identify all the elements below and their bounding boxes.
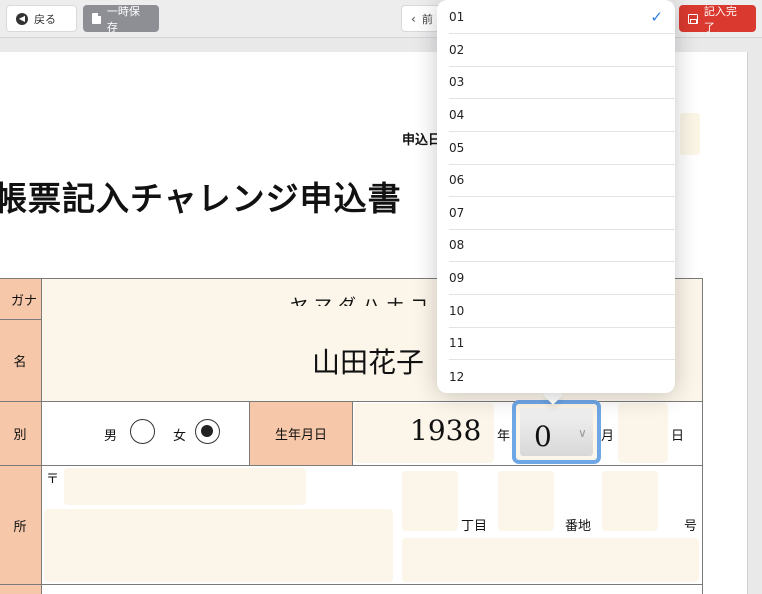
furigana-value: ヤマダハナコ [290,292,434,306]
document-icon [92,13,101,24]
male-radio[interactable] [130,419,155,444]
month-option-label: 07 [449,206,465,220]
building-field[interactable] [402,538,699,582]
month-option-label: 09 [449,271,465,285]
month-option[interactable]: 03 [449,66,675,99]
month-option[interactable]: 11 [449,327,675,360]
next-row-cell [0,584,703,594]
month-option[interactable]: 06 [449,164,675,197]
day-unit: 日 [671,429,685,444]
checkmark-icon: ✓ [650,8,663,26]
birthdate-label-cell: 生年月日 [249,401,353,466]
male-label: 男 [104,429,118,444]
birth-year-value: 1938 [410,414,482,447]
birth-month-value: 0 [534,420,552,453]
banchi-field[interactable] [498,471,554,531]
complete-entry-label: 記入完了 [703,4,737,34]
month-option-label: 02 [449,43,465,57]
month-option[interactable]: 04 [449,99,675,132]
next-row-label-cell [0,584,42,594]
chevron-left-icon: ‹ [411,11,416,26]
complete-entry-button[interactable]: 記入完了 [679,4,756,34]
month-option-label: 03 [449,75,465,89]
month-option-label: 12 [449,369,465,384]
month-option[interactable]: 09 [449,262,675,295]
chome-label: 丁目 [461,519,488,534]
address-label-cell: 所 [0,465,42,585]
go-label: 号 [684,519,698,534]
previous-label: 前 [421,12,433,26]
female-radio[interactable] [195,419,220,444]
save-disk-icon [688,13,698,24]
month-option-label: 11 [449,336,465,350]
chome-field[interactable] [402,471,458,531]
birth-month-select[interactable]: 0 ∨ [512,400,601,464]
back-arrow-icon: ◀ [16,12,28,25]
month-option[interactable]: 02 [449,34,675,67]
month-option[interactable]: 10 [449,295,675,328]
go-field[interactable] [602,471,658,531]
month-unit: 月 [601,429,615,444]
temporary-save-label: 一時保存 [106,4,140,34]
month-option[interactable]: 12 [449,360,675,393]
month-option-label: 06 [449,173,465,187]
month-option-label: 01 [449,10,465,24]
month-option[interactable]: 08 [449,229,675,262]
furigana-label: ガナ [10,293,37,309]
banchi-label: 番地 [565,519,592,534]
birth-day-field[interactable] [618,403,668,463]
month-option-label: 04 [449,108,465,122]
month-option-label: 08 [449,238,465,252]
month-option[interactable]: 05 [449,132,675,165]
back-button-label: 戻る [34,12,56,26]
birth-month-inner: 0 ∨ [520,408,593,456]
name-value: 山田花子 [312,346,425,379]
gender-label-cell: 別 [0,401,42,466]
form-title: 帳票記入チャレンジ申込書 [0,179,402,218]
gender-label: 別 [13,428,27,443]
chevron-down-icon: ∨ [578,426,587,440]
birthdate-label: 生年月日 [274,428,327,443]
month-option[interactable]: 01 ✓ [449,1,675,34]
address-label: 所 [13,519,27,535]
year-unit: 年 [497,429,511,444]
furigana-label-cell: ガナ [0,278,42,320]
address-line-field[interactable] [44,509,393,582]
temporary-save-button[interactable]: 一時保存 [83,4,159,34]
postal-mark: 〒 [46,472,60,487]
female-label: 女 [173,429,187,444]
apply-date-field[interactable] [680,113,700,155]
name-label: 名 [13,355,27,370]
back-button[interactable]: ◀ 戻る [6,5,77,32]
name-label-cell: 名 [0,319,42,402]
month-dropdown: 01 ✓ 02 03 04 05 06 07 08 09 10 11 12 [437,0,675,393]
month-option-label: 05 [449,141,465,155]
month-option-label: 10 [449,304,465,318]
apply-date-label: 申込日 [402,133,442,148]
postal-code-field[interactable] [64,468,306,505]
month-option[interactable]: 07 [449,197,675,230]
